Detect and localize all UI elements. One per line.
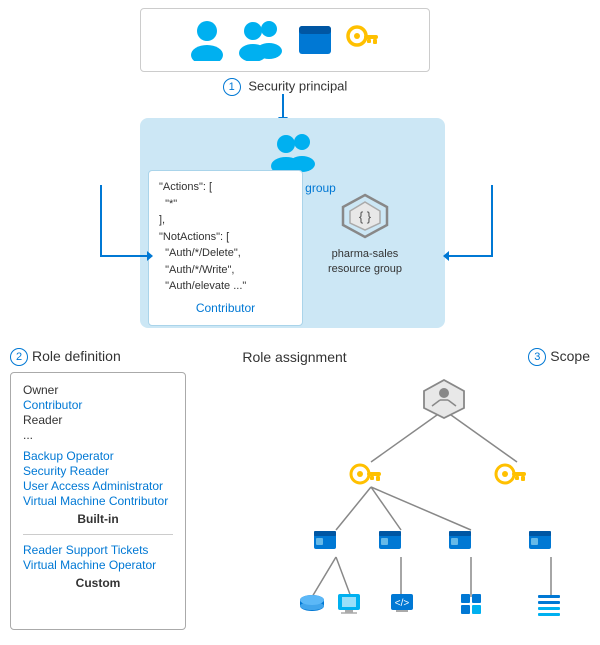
arrow-vert-left	[100, 185, 102, 257]
security-principal-label: 1 Security principal	[140, 78, 430, 96]
resource-group-icon: { }	[339, 192, 391, 240]
code-line3: ],	[159, 212, 292, 229]
role-item-user-access-admin[interactable]: User Access Administrator	[23, 479, 173, 493]
diagram-container: 1 Security principal Marketing group "Ac…	[0, 0, 600, 645]
code-line6: "Auth/*/Write",	[159, 262, 292, 279]
subscription-icon-4	[529, 531, 551, 549]
data-icon	[538, 595, 560, 616]
arrow-sp-to-role	[282, 94, 284, 118]
security-principal-box	[140, 8, 430, 72]
subscription-icon-2	[379, 531, 401, 549]
subscription-icon-3	[449, 531, 471, 549]
key-icon	[345, 22, 381, 58]
sp-number: 1	[223, 78, 241, 96]
code-line5: "Auth/*/Delete",	[159, 245, 292, 262]
role-item-security-reader[interactable]: Security Reader	[23, 464, 173, 478]
pharma-sales-box: { } pharma-sales resource group	[328, 192, 402, 278]
svg-text:</>: </>	[395, 598, 410, 609]
scope-number: 3	[528, 348, 546, 366]
scope-section-label: 3Scope	[528, 348, 590, 366]
user-icon	[189, 19, 225, 61]
level1-right-key-icon	[496, 465, 526, 483]
scope-box: </>	[296, 372, 591, 630]
role-item-reader: Reader	[23, 413, 173, 427]
section-labels-row: 2Role definition Role assignment 3Scope	[10, 348, 590, 366]
arrow-right-role	[444, 255, 492, 257]
role-item-owner: Owner	[23, 383, 173, 397]
pharma-sales-text: pharma-sales resource group	[328, 247, 402, 278]
level1-left-key-icon	[351, 465, 381, 483]
subscription-icon-1	[314, 531, 336, 549]
role-item-contributor[interactable]: Contributor	[23, 398, 173, 412]
app-icon	[297, 22, 333, 58]
arrow-vert-right	[491, 185, 493, 257]
role-item-backup-operator[interactable]: Backup Operator	[23, 449, 173, 463]
role-def-list-box: Owner Contributor Reader ... Backup Oper…	[10, 372, 186, 630]
role-def-number: 2	[10, 348, 28, 366]
code-line7: "Auth/elevate ..."	[159, 278, 292, 295]
builtin-label: Built-in	[23, 512, 173, 526]
root-mgmt-icon	[424, 380, 464, 418]
marketing-group-icon	[268, 132, 318, 174]
role-item-vm-contributor[interactable]: Virtual Machine Contributor	[23, 494, 173, 508]
role-assignment-section-label: Role assignment	[242, 349, 346, 365]
role-item-ellipsis: ...	[23, 428, 173, 442]
custom-label: Custom	[23, 576, 173, 590]
storage-icon	[300, 595, 324, 611]
code-line2: "*"	[159, 196, 292, 213]
code-line4: "NotActions": [	[159, 229, 292, 246]
role-def-section-label: 2Role definition	[10, 348, 121, 366]
divider	[23, 534, 173, 535]
vm-icon	[338, 594, 360, 613]
dev-icon: </>	[391, 594, 413, 612]
code-line1: "Actions": [	[159, 179, 292, 196]
contributor-label: Contributor	[159, 299, 292, 317]
svg-text:{ }: { }	[359, 209, 372, 224]
role-definition-code-box: "Actions": [ "*" ], "NotActions": [ "Aut…	[148, 170, 303, 326]
group-icon	[237, 19, 285, 61]
scope-tree-svg: </>	[296, 372, 591, 630]
role-item-reader-support[interactable]: Reader Support Tickets	[23, 543, 173, 557]
arrow-left-role	[100, 255, 148, 257]
role-item-vm-operator[interactable]: Virtual Machine Operator	[23, 558, 173, 572]
